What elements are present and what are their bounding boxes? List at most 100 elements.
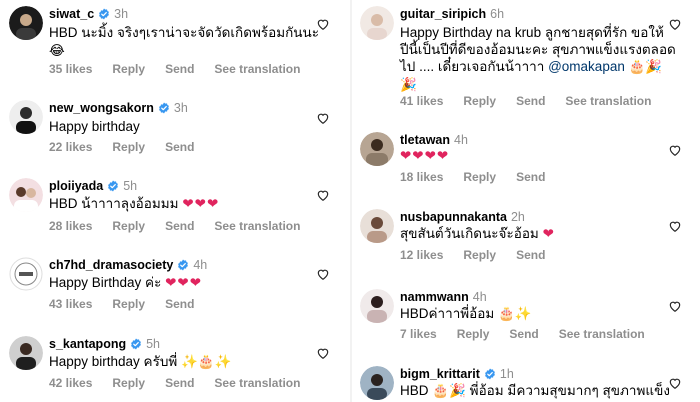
comment-text: Happy birthday ครับพี่ ✨🎂✨ xyxy=(49,354,232,370)
avatar[interactable] xyxy=(9,336,43,370)
username-link[interactable]: new_wongsakorn xyxy=(49,101,154,115)
username-link[interactable]: s_kantapong xyxy=(49,337,126,351)
avatar[interactable] xyxy=(360,132,394,166)
comment-text: HBDค่าาาพี่อ้อม 🎂✨ xyxy=(400,306,532,322)
avatar[interactable] xyxy=(360,209,394,243)
likes-count[interactable]: 12 likes xyxy=(400,248,443,262)
avatar[interactable] xyxy=(9,100,43,134)
comment-item: nammwann 4h HBDค่าาาพี่อ้อม 🎂✨ 7 likes R… xyxy=(352,285,700,349)
send-button[interactable]: Send xyxy=(516,248,545,262)
see-translation-button[interactable]: See translation xyxy=(559,327,645,341)
likes-count[interactable]: 18 likes xyxy=(400,170,443,184)
comment-username-row: ch7hd_dramasociety 4h xyxy=(49,258,207,272)
reply-button[interactable]: Reply xyxy=(112,376,145,390)
see-translation-button[interactable]: See translation xyxy=(214,219,300,233)
reply-button[interactable]: Reply xyxy=(112,62,145,76)
reply-button[interactable]: Reply xyxy=(112,297,145,311)
like-heart-icon[interactable] xyxy=(668,143,682,157)
reply-button[interactable]: Reply xyxy=(463,248,496,262)
comment-actions: 41 likes Reply Send See translation xyxy=(400,94,651,108)
see-translation-button[interactable]: See translation xyxy=(214,62,300,76)
likes-count[interactable]: 22 likes xyxy=(49,140,92,154)
send-button[interactable]: Send xyxy=(165,297,194,311)
likes-count[interactable]: 41 likes xyxy=(400,94,443,108)
send-button[interactable]: Send xyxy=(509,327,538,341)
username-link[interactable]: nusbapunnakanta xyxy=(400,210,507,224)
comment-actions: 7 likes Reply Send See translation xyxy=(400,327,645,341)
username-link[interactable]: siwat_c xyxy=(49,7,94,21)
send-button[interactable]: Send xyxy=(516,170,545,184)
likes-count[interactable]: 42 likes xyxy=(49,376,92,390)
like-heart-icon[interactable] xyxy=(316,111,330,125)
username-link[interactable]: tletawan xyxy=(400,133,450,147)
see-translation-button[interactable]: See translation xyxy=(565,94,651,108)
hearts-emoji: ❤❤❤ xyxy=(165,275,203,290)
like-heart-icon[interactable] xyxy=(316,188,330,202)
like-heart-icon[interactable] xyxy=(316,267,330,281)
comment-item: new_wongsakorn 3h Happy birthday 22 like… xyxy=(0,96,350,160)
comments-column-right: guitar_siripich 6h Happy Birthday na kru… xyxy=(352,0,700,402)
comment-item: ploiiyada 5h HBD น้าาาาลุงอ้อมมม ❤❤❤ 28 … xyxy=(0,174,350,238)
comment-text: Happy Birthday na krub ลูกชายสุดที่รัก ข… xyxy=(400,25,676,93)
comment-username-row: s_kantapong 5h xyxy=(49,337,160,351)
send-button[interactable]: Send xyxy=(165,140,194,154)
reply-button[interactable]: Reply xyxy=(457,327,490,341)
send-button[interactable]: Send xyxy=(165,219,194,233)
reply-button[interactable]: Reply xyxy=(463,94,496,108)
comment-text: HBD นะมิ้ง จริงๆเราน่าจะจัดวัดเกิดพร้อมก… xyxy=(49,25,320,59)
comment-item: guitar_siripich 6h Happy Birthday na kru… xyxy=(352,0,700,112)
comment-text: HBD 🎂🎉 พี่อ้อม มีความสุขมากๆ สุขภาพแข็ง xyxy=(400,383,670,399)
comment-time: 3h xyxy=(114,7,129,21)
hearts-emoji: ❤❤❤❤ xyxy=(400,148,450,163)
comment-text: สุขสันต์วันเกิดนะจ๊ะอ้อม ❤ xyxy=(400,226,555,241)
avatar[interactable] xyxy=(360,289,394,323)
avatar[interactable] xyxy=(360,6,394,40)
reply-button[interactable]: Reply xyxy=(112,219,145,233)
comment-username-row: guitar_siripich 6h xyxy=(400,7,504,21)
comment-item: s_kantapong 5h Happy birthday ครับพี่ ✨🎂… xyxy=(0,333,350,402)
comment-username-row: nammwann 4h xyxy=(400,290,487,304)
like-heart-icon[interactable] xyxy=(668,376,682,390)
see-translation-button[interactable]: See translation xyxy=(214,376,300,390)
username-link[interactable]: ch7hd_dramasociety xyxy=(49,258,173,272)
username-link[interactable]: guitar_siripich xyxy=(400,7,486,21)
like-heart-icon[interactable] xyxy=(316,346,330,360)
avatar[interactable] xyxy=(9,178,43,212)
verified-badge-icon xyxy=(107,180,119,192)
party-emoji: 🎉 xyxy=(400,77,417,93)
reply-button[interactable]: Reply xyxy=(463,170,496,184)
comments-column-left: siwat_c 3h HBD นะมิ้ง จริงๆเราน่าจะจัดวั… xyxy=(0,0,350,402)
comment-time: 3h xyxy=(173,101,188,115)
comment-actions: 42 likes Reply Send See translation xyxy=(49,376,300,390)
avatar[interactable] xyxy=(9,257,43,291)
mention-link[interactable]: @omakapan xyxy=(548,59,625,74)
likes-count[interactable]: 28 likes xyxy=(49,219,92,233)
comment-time: 5h xyxy=(146,337,161,351)
likes-count[interactable]: 7 likes xyxy=(400,327,437,341)
username-link[interactable]: nammwann xyxy=(400,290,469,304)
comment-time: 4h xyxy=(193,258,208,272)
avatar[interactable] xyxy=(360,366,394,400)
username-link[interactable]: bigm_krittarit xyxy=(400,367,480,381)
send-button[interactable]: Send xyxy=(516,94,545,108)
send-button[interactable]: Send xyxy=(165,62,194,76)
like-heart-icon[interactable] xyxy=(668,219,682,233)
reply-button[interactable]: Reply xyxy=(112,140,145,154)
comment-actions: 28 likes Reply Send See translation xyxy=(49,219,300,233)
comment-username-row: nusbapunnakanta 2h xyxy=(400,210,525,224)
likes-count[interactable]: 35 likes xyxy=(49,62,92,76)
like-heart-icon[interactable] xyxy=(668,299,682,313)
cake-party-emoji: 🎂🎉 xyxy=(628,59,663,75)
comment-actions: 35 likes Reply Send See translation xyxy=(49,62,300,76)
send-button[interactable]: Send xyxy=(165,376,194,390)
hearts-emoji: ❤❤❤ xyxy=(182,196,220,211)
like-heart-icon[interactable] xyxy=(316,17,330,31)
comment-text: ❤❤❤❤ xyxy=(400,147,449,165)
verified-badge-icon xyxy=(98,8,110,20)
like-heart-icon[interactable] xyxy=(668,17,682,31)
likes-count[interactable]: 43 likes xyxy=(49,297,92,311)
username-link[interactable]: ploiiyada xyxy=(49,179,103,193)
comment-username-row: siwat_c 3h xyxy=(49,7,128,21)
comment-username-row: ploiiyada 5h xyxy=(49,179,137,193)
avatar[interactable] xyxy=(9,6,43,40)
